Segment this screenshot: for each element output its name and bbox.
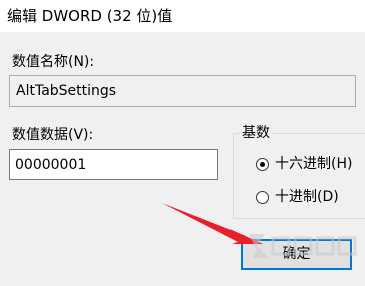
value-name-label: 数值名称(N): bbox=[12, 54, 95, 70]
value-data-label: 数值数据(V): bbox=[12, 127, 94, 143]
radio-button-selected[interactable] bbox=[256, 157, 269, 171]
radio-dot bbox=[260, 161, 265, 167]
title-bar: 编辑 DWORD (32 位)值 bbox=[0, 0, 365, 32]
radio-button[interactable] bbox=[256, 190, 269, 204]
radio-hexadecimal[interactable]: 十六进制(H) bbox=[256, 154, 352, 174]
base-label: 基数 bbox=[240, 124, 272, 142]
radio-decimal[interactable]: 十进制(D) bbox=[256, 187, 339, 207]
value-name-field[interactable]: AltTabSettings bbox=[9, 75, 356, 107]
radio-hexadecimal-label: 十六进制(H) bbox=[275, 156, 353, 172]
radio-decimal-label: 十进制(D) bbox=[275, 189, 339, 205]
ok-button[interactable]: 确定 bbox=[241, 239, 352, 270]
window-title: 编辑 DWORD (32 位)值 bbox=[7, 7, 173, 25]
value-data-input[interactable] bbox=[9, 149, 218, 180]
